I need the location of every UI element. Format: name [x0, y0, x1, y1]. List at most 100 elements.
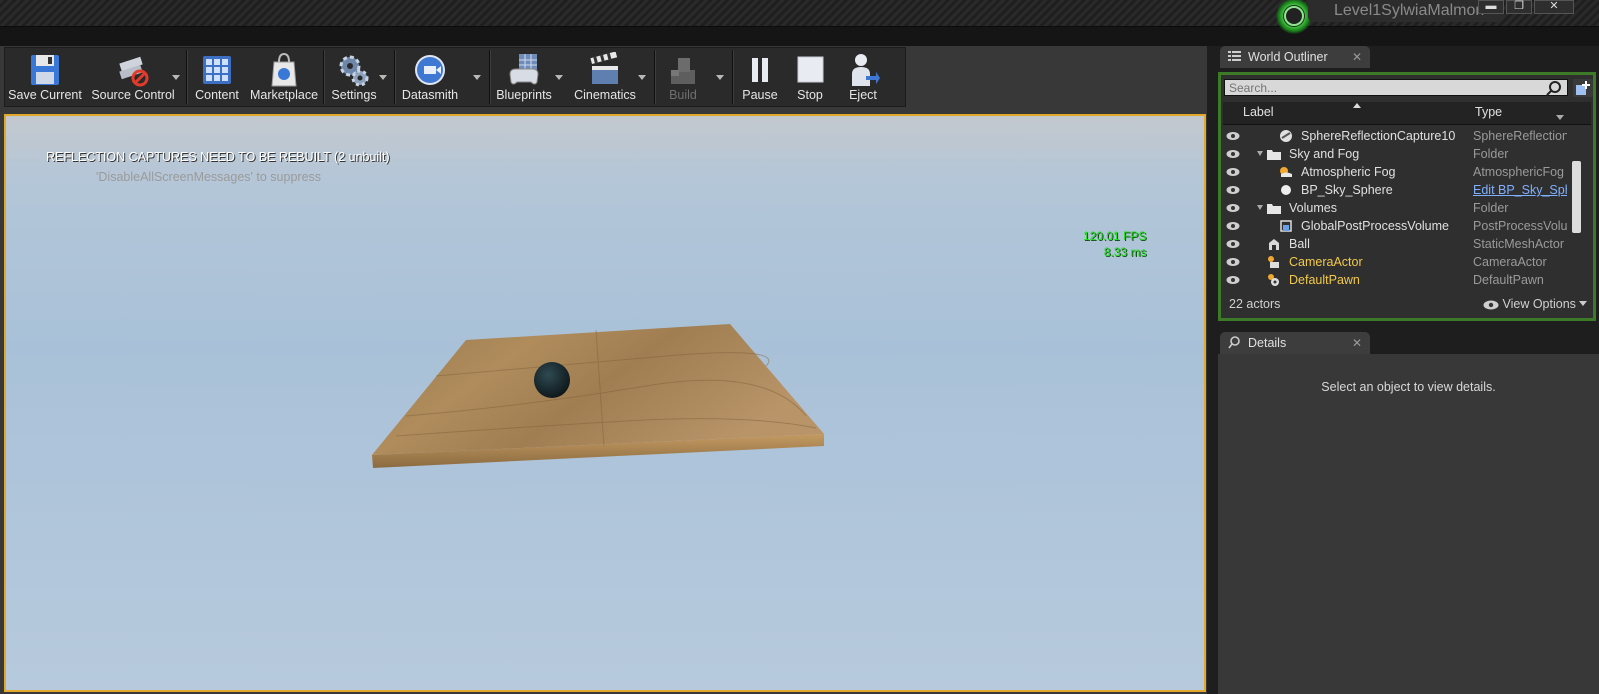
datasmith-label: Datasmith [401, 88, 459, 102]
row-type: CameraActor [1473, 255, 1547, 269]
datasmith-icon [415, 55, 445, 85]
build-button[interactable]: Build [657, 48, 709, 106]
stop-label: Stop [797, 88, 823, 102]
list-item[interactable]: Atmospheric Fog AtmosphericFog [1223, 163, 1567, 181]
tab-world-outliner[interactable]: World Outliner ✕ [1220, 46, 1370, 68]
row-label: Sky and Fog [1289, 147, 1360, 161]
type-column-dropdown-icon[interactable] [1556, 115, 1564, 120]
cinematics-label: Cinematics [574, 88, 636, 102]
expand-arrow-icon[interactable] [1257, 205, 1263, 210]
volume-icon [1280, 220, 1292, 232]
view-options-button[interactable]: View Options [1483, 297, 1588, 311]
row-label: Ball [1289, 237, 1310, 251]
visibility-eye-icon[interactable] [1226, 221, 1240, 231]
visibility-eye-icon[interactable] [1226, 149, 1240, 159]
blueprints-dropdown-icon[interactable] [555, 75, 563, 80]
tab-details[interactable]: Details ✕ [1220, 332, 1370, 354]
settings-button[interactable]: Settings [327, 48, 381, 106]
marketplace-button[interactable]: Marketplace [249, 48, 319, 106]
cinematics-dropdown-icon[interactable] [638, 75, 646, 80]
list-item[interactable]: DefaultPawn DefaultPawn [1223, 271, 1567, 289]
save-current-button[interactable]: Save Current [7, 48, 83, 106]
visibility-eye-icon[interactable] [1226, 185, 1240, 195]
datasmith-dropdown-icon[interactable] [473, 75, 481, 80]
content-button[interactable]: Content [191, 48, 243, 106]
label-column-header[interactable]: Label [1243, 105, 1274, 119]
details-magnifier-icon [1228, 336, 1240, 349]
blueprints-button[interactable]: Blueprints [493, 48, 555, 106]
list-item[interactable]: Volumes Folder [1223, 199, 1567, 217]
visibility-eye-icon[interactable] [1226, 257, 1240, 267]
row-label: DefaultPawn [1289, 273, 1360, 287]
visibility-eye-icon[interactable] [1226, 167, 1240, 177]
row-type: Folder [1473, 201, 1509, 215]
search-icon[interactable] [1546, 80, 1562, 96]
eject-label: Eject [849, 88, 877, 102]
marketplace-label: Marketplace [249, 88, 319, 102]
camera-icon [1268, 256, 1279, 268]
close-icon[interactable]: ✕ [1352, 332, 1362, 354]
settings-dropdown-icon[interactable] [379, 75, 387, 80]
row-label: SphereReflectionCapture10 [1301, 129, 1456, 143]
visibility-eye-icon[interactable] [1226, 275, 1240, 285]
clapperboard-icon [590, 52, 618, 84]
sort-ascending-icon [1353, 103, 1361, 108]
visibility-eye-icon[interactable] [1226, 131, 1240, 141]
expand-arrow-icon[interactable] [1257, 151, 1263, 156]
edit-blueprint-link[interactable]: Edit BP_Sky_Sph [1473, 181, 1567, 199]
toolbar-separator [489, 50, 491, 104]
row-type: PostProcessVolu [1473, 219, 1567, 233]
row-label: BP_Sky_Sphere [1301, 183, 1393, 197]
visibility-eye-icon[interactable] [1226, 239, 1240, 249]
save-current-label: Save Current [8, 88, 82, 102]
minimize-button[interactable]: ▬ [1478, 0, 1504, 14]
menu-bar [0, 26, 1599, 47]
level-viewport[interactable]: REFLECTION CAPTURES NEED TO BE REBUILT (… [4, 114, 1206, 692]
build-label: Build [669, 88, 697, 102]
eject-button[interactable]: Eject [839, 48, 887, 106]
stop-button[interactable]: Stop [787, 48, 833, 106]
wooden-board [372, 324, 824, 468]
row-type: DefaultPawn [1473, 273, 1544, 287]
pause-button[interactable]: Pause [737, 48, 783, 106]
cinematics-button[interactable]: Cinematics [571, 48, 639, 106]
row-label: CameraActor [1289, 255, 1363, 269]
list-item[interactable]: SphereReflectionCapture10 SphereReflecti… [1223, 127, 1567, 145]
row-label: Volumes [1289, 201, 1337, 215]
ball-actor [534, 362, 570, 398]
outliner-column-header: Label Type [1223, 102, 1591, 125]
list-item[interactable]: BP_Sky_Sphere Edit BP_Sky_Sph [1223, 181, 1567, 199]
close-window-button[interactable]: ✕ [1534, 0, 1574, 14]
type-column-header[interactable]: Type [1475, 105, 1502, 119]
reflection-capture-icon [1280, 130, 1292, 142]
row-type: StaticMeshActor [1473, 237, 1565, 251]
view-options-label: View Options [1502, 297, 1576, 311]
stop-icon [797, 56, 824, 83]
datasmith-button[interactable]: Datasmith [398, 48, 462, 106]
build-blocks-icon [671, 58, 695, 84]
chevron-down-icon [1579, 301, 1588, 306]
outliner-search-input[interactable] [1224, 79, 1568, 96]
blueprints-label: Blueprints [496, 88, 552, 102]
outliner-scrollbar[interactable] [1572, 161, 1581, 233]
close-icon[interactable]: ✕ [1352, 46, 1362, 68]
level-toolbar: Save Current Source Control Content Mark… [4, 47, 906, 107]
visibility-eye-icon[interactable] [1226, 203, 1240, 213]
list-item[interactable]: CameraActor CameraActor [1223, 253, 1567, 271]
source-control-button[interactable]: Source Control [89, 48, 177, 106]
details-empty-message: Select an object to view details. [1321, 380, 1496, 394]
build-dropdown-icon[interactable] [716, 75, 724, 80]
source-control-icon [119, 56, 149, 87]
eye-icon [1483, 300, 1499, 310]
list-item[interactable]: GlobalPostProcessVolume PostProcessVolu [1223, 217, 1567, 235]
pawn-icon [1268, 274, 1279, 286]
source-control-dropdown-icon[interactable] [172, 75, 180, 80]
list-item[interactable]: Sky and Fog Folder [1223, 145, 1567, 163]
list-item[interactable]: Ball StaticMeshActor [1223, 235, 1567, 253]
add-folder-button[interactable] [1573, 79, 1593, 97]
row-label: Atmospheric Fog [1301, 165, 1396, 179]
row-label: GlobalPostProcessVolume [1301, 219, 1449, 233]
outliner-list-icon [1228, 51, 1241, 61]
toolbar-separator [732, 50, 734, 104]
restore-button[interactable]: ❐ [1506, 0, 1532, 14]
